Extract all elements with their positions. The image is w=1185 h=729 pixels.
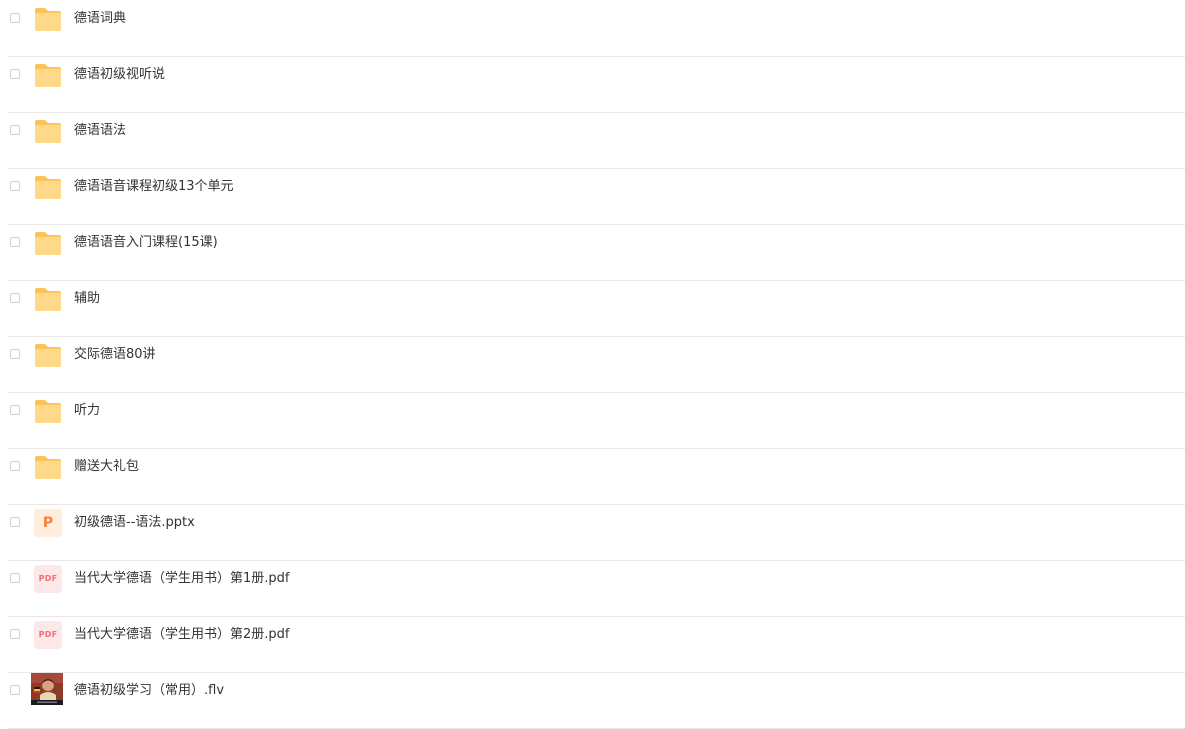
folder-icon: [32, 115, 64, 147]
file-row[interactable]: 德语语音课程初级13个单元: [0, 169, 1185, 225]
folder-icon: [32, 283, 64, 315]
video-thumbnail: [31, 673, 63, 705]
file-checkbox[interactable]: [10, 685, 20, 695]
file-row[interactable]: P 初级德语--语法.pptx: [0, 505, 1185, 561]
folder-icon: [32, 59, 64, 91]
folder-icon: [32, 395, 64, 427]
pdf-badge-label: PDF: [34, 565, 62, 593]
file-row[interactable]: 德语初级视听说: [0, 57, 1185, 113]
file-name-link[interactable]: 德语初级视听说: [74, 66, 165, 84]
file-row[interactable]: PDF 当代大学德语（学生用书）第2册.pdf: [0, 617, 1185, 673]
file-name-link[interactable]: 辅助: [74, 290, 100, 308]
file-row[interactable]: 德语语法: [0, 113, 1185, 169]
file-row[interactable]: 交际德语80讲: [0, 337, 1185, 393]
file-name-link[interactable]: 德语语音入门课程(15课): [74, 234, 218, 252]
ppt-badge-label: P: [34, 509, 62, 537]
file-row[interactable]: 德语词典: [0, 1, 1185, 57]
file-checkbox[interactable]: [10, 405, 20, 415]
file-name-link[interactable]: 听力: [74, 402, 100, 420]
file-row[interactable]: 赠送大礼包: [0, 449, 1185, 505]
file-row[interactable]: 听力: [0, 393, 1185, 449]
pdf-badge-label: PDF: [34, 621, 62, 649]
file-checkbox[interactable]: [10, 13, 20, 23]
file-checkbox[interactable]: [10, 293, 20, 303]
file-checkbox[interactable]: [10, 517, 20, 527]
file-name-link[interactable]: 德语词典: [74, 10, 126, 28]
file-name-link[interactable]: 德语初级学习（常用）.flv: [74, 682, 224, 700]
file-name-link[interactable]: 赠送大礼包: [74, 458, 139, 476]
file-name-link[interactable]: 当代大学德语（学生用书）第2册.pdf: [74, 626, 289, 644]
file-name-link[interactable]: 初级德语--语法.pptx: [74, 514, 195, 532]
file-name-link[interactable]: 德语语法: [74, 122, 126, 140]
file-name-link[interactable]: 德语语音课程初级13个单元: [74, 178, 234, 196]
file-checkbox[interactable]: [10, 237, 20, 247]
file-list: 德语词典 德语初级视听说 德语语法 德语语音课程初级13个单元 德语语音入门课程…: [0, 0, 1185, 729]
folder-icon: [32, 451, 64, 483]
ppt-file-icon: P: [32, 507, 64, 539]
file-checkbox[interactable]: [10, 181, 20, 191]
file-row[interactable]: 德语语音入门课程(15课): [0, 225, 1185, 281]
file-checkbox[interactable]: [10, 125, 20, 135]
file-name-link[interactable]: 交际德语80讲: [74, 346, 156, 364]
file-checkbox[interactable]: [10, 69, 20, 79]
pdf-file-icon: PDF: [32, 563, 64, 595]
file-checkbox[interactable]: [10, 461, 20, 471]
file-name-link[interactable]: 当代大学德语（学生用书）第1册.pdf: [74, 570, 289, 588]
file-checkbox[interactable]: [10, 349, 20, 359]
file-row[interactable]: 辅助: [0, 281, 1185, 337]
folder-icon: [32, 227, 64, 259]
file-checkbox[interactable]: [10, 573, 20, 583]
file-row[interactable]: PDF 当代大学德语（学生用书）第1册.pdf: [0, 561, 1185, 617]
folder-icon: [32, 339, 64, 371]
folder-icon: [32, 3, 64, 35]
pdf-file-icon: PDF: [32, 619, 64, 651]
folder-icon: [32, 171, 64, 203]
file-checkbox[interactable]: [10, 629, 20, 639]
